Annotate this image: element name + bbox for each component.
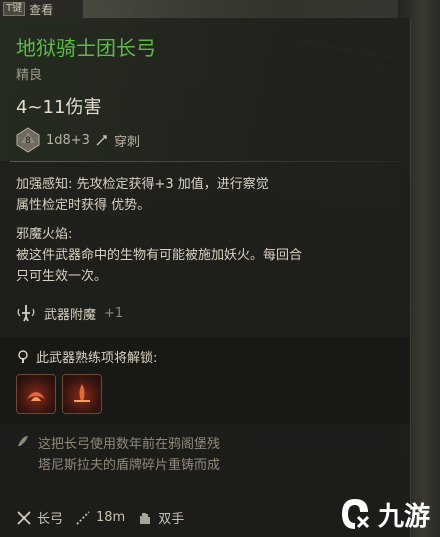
watermark: 九游 <box>336 495 430 533</box>
weapon-range-label: 18m <box>96 510 126 525</box>
stats-row: 长弓 18m 双手 <box>16 508 184 527</box>
hellfire-line-1: 被这件武器命中的生物有可能被施加妖火。每回合 <box>16 248 303 263</box>
item-header: 地狱骑士团长弓 精良 4~11伤害 8 1d8+3 穿刺 <box>0 18 410 161</box>
features-section: 加强感知: 先攻检定获得+3 加值，进行察觉 属性检定时获得 优势。 邪魔火焰:… <box>0 162 410 299</box>
feature-line-2: 属性检定时获得 优势。 <box>16 198 151 213</box>
action-icon-2[interactable] <box>62 374 102 414</box>
inspect-label: 查看 <box>29 2 54 17</box>
inspect-header[interactable]: T键 查看 <box>0 0 83 18</box>
item-rarity: 精良 <box>16 68 43 83</box>
hand-icon <box>140 512 150 524</box>
quill-icon <box>18 436 28 446</box>
crossed-weapons-icon <box>17 510 31 525</box>
lore-line-2: 塔尼斯拉夫的盾牌碎片重铸而成 <box>38 458 221 473</box>
item-name: 地狱骑士团长弓 <box>16 36 156 60</box>
feature-line-1: 加强感知: 先攻检定获得+3 加值，进行察觉 <box>16 177 269 192</box>
weapon-hands: 双手 <box>137 508 184 527</box>
dice-row: 8 1d8+3 穿刺 <box>16 127 394 153</box>
hellfire-title: 邪魔火焰: <box>16 227 73 242</box>
dice-value: 1d8+3 <box>46 132 90 148</box>
lore-line-1: 这把长弓使用数年前在鸦阁堡残 <box>38 437 221 452</box>
damage-type: 穿刺 <box>113 134 140 150</box>
action-icons <box>16 374 394 414</box>
d8-die-icon: 8 <box>16 127 40 153</box>
fire-arrow-icon <box>74 384 90 403</box>
unlock-icon <box>18 349 28 363</box>
lore-section: 这把长弓使用数年前在鸦阁堡残 塔尼斯拉夫的盾牌碎片重铸而成 <box>0 424 410 482</box>
watermark-text: 九游 <box>377 501 430 532</box>
weapon-type: 长弓 <box>16 508 63 527</box>
sword-enchant-icon <box>17 305 35 322</box>
piercing-icon <box>96 135 107 146</box>
proficiency-section: 此武器熟练项将解锁: <box>0 337 410 424</box>
enchantment-row: 武器附魔 +1 <box>0 299 410 337</box>
weapon-hands-label: 双手 <box>158 512 185 527</box>
action-icon-1[interactable] <box>16 374 56 414</box>
range-icon <box>76 510 90 525</box>
keybind-label: T键 <box>3 2 26 16</box>
proficiency-header: 此武器熟练项将解锁: <box>16 347 394 366</box>
enchantment-value: +1 <box>104 305 124 321</box>
flame-strike-icon <box>27 392 45 401</box>
weapon-range: 18m <box>75 510 125 526</box>
proficiency-label: 此武器熟练项将解锁: <box>36 351 158 366</box>
enchantment-label: 武器附魔 <box>44 307 97 323</box>
lore-text: 这把长弓使用数年前在鸦阁堡残 塔尼斯拉夫的盾牌碎片重铸而成 <box>38 434 263 476</box>
jiuyou-logo-icon <box>341 499 370 529</box>
item-tooltip: 地狱骑士团长弓 精良 4~11伤害 8 1d8+3 穿刺 加强感知: 先攻检定获… <box>0 18 411 537</box>
item-damage: 4~11伤害 <box>16 97 102 118</box>
die-face-label: 8 <box>25 136 31 146</box>
weapon-type-label: 长弓 <box>37 512 64 527</box>
hellfire-line-2: 只可生效一次。 <box>16 269 108 284</box>
